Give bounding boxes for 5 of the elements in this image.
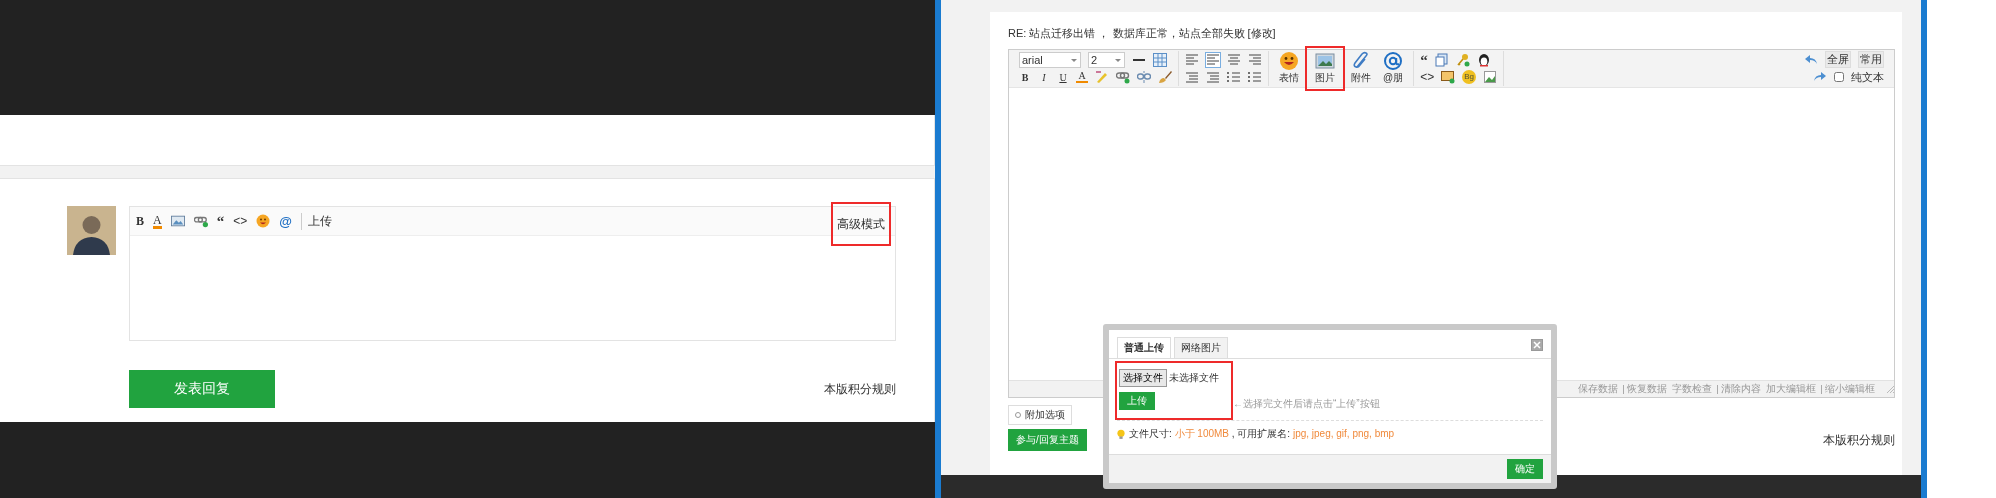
plain-text-label: 纯文本 bbox=[1851, 69, 1884, 85]
file-limits-text: 文件尺寸: 小于 100MB , 可用扩展名: jpg, jpeg, gif, png, bmp bbox=[1129, 427, 1395, 441]
post-title: RE: 站点迁移出错 ， 数据库正常，站点全部失败 [修改] bbox=[1008, 26, 1277, 41]
upload-hint: ←选择完文件后请点击“上传”按钮 bbox=[1233, 397, 1380, 411]
file-status: 未选择文件 bbox=[1169, 371, 1219, 385]
